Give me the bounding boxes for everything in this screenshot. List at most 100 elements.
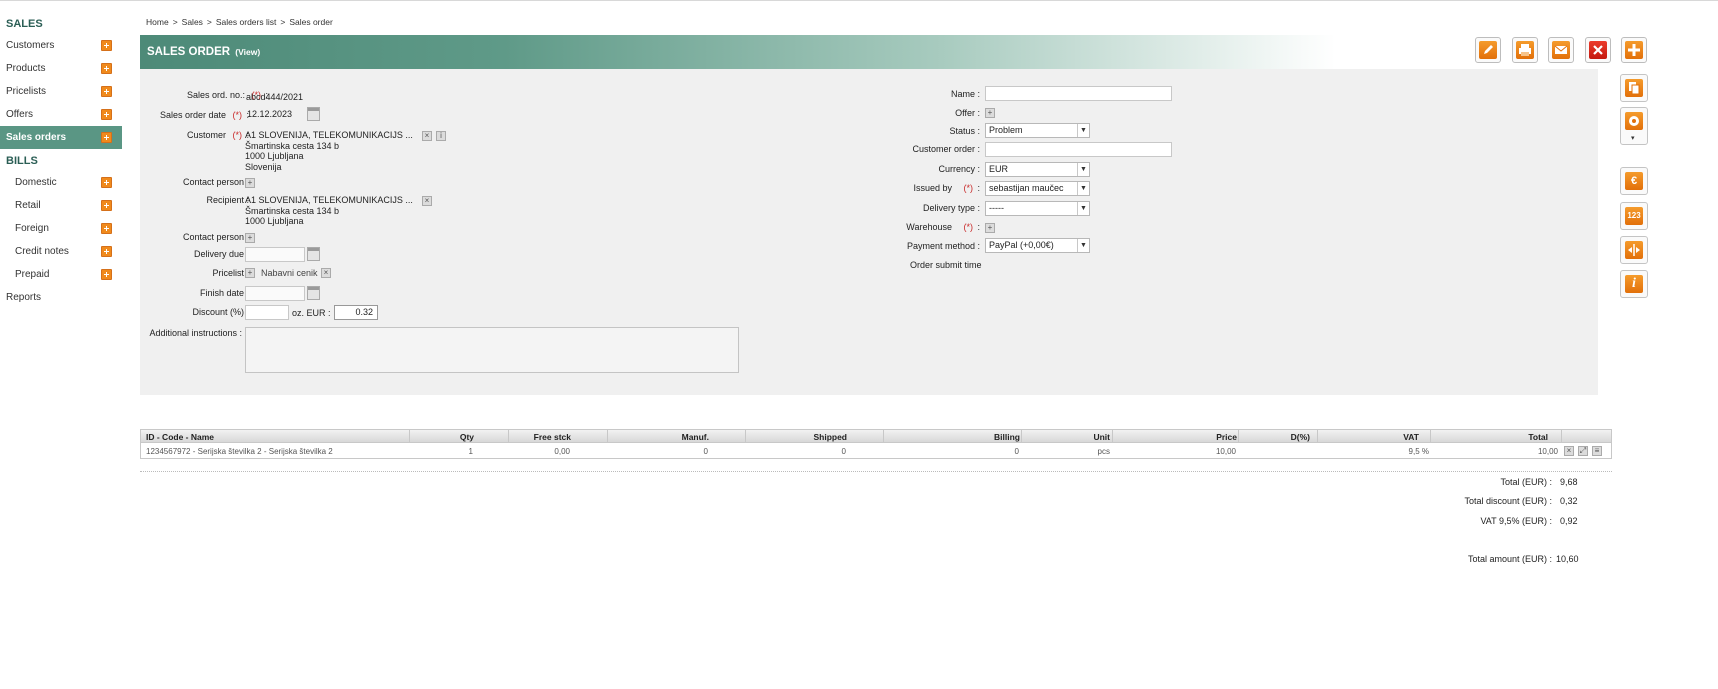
sidebar-item-retail[interactable]: Retail [0, 194, 122, 217]
add-contact-icon[interactable]: + [245, 233, 255, 243]
customer-name[interactable]: A1 SLOVENIJA, TELEKOMUNIKACIJS ... [245, 130, 413, 141]
add-pricelist-icon[interactable] [101, 86, 112, 97]
recipient-label: Recipient : [206, 195, 249, 205]
sidebar-item-domestic[interactable]: Domestic [0, 171, 122, 194]
breadcrumb-home[interactable]: Home [146, 17, 169, 27]
column-header: Manuf. [681, 432, 709, 442]
edit-row-icon[interactable]: ≡ [1592, 446, 1602, 456]
delivery-due-input[interactable] [245, 247, 305, 262]
add-foreign-icon[interactable] [101, 223, 112, 234]
customer-info-icon[interactable]: i [436, 131, 446, 141]
column-divider [409, 430, 410, 442]
sidebar-item-label: Offers [6, 109, 34, 120]
sidebar-item-pricelists[interactable]: Pricelists [0, 80, 122, 103]
delete-button[interactable] [1585, 37, 1611, 63]
sidebar-item-label: Retail [15, 200, 41, 211]
column-divider [1317, 430, 1318, 442]
sidebar-item-reports[interactable]: Reports [0, 286, 122, 309]
discount-eur-input[interactable]: 0.32 [334, 305, 378, 320]
clear-recipient-icon[interactable]: × [422, 196, 432, 206]
column-header: Qty [459, 432, 474, 442]
sidebar-item-foreign[interactable]: Foreign [0, 217, 122, 240]
recipient-city: 1000 Ljubljana [245, 216, 304, 226]
copy-button[interactable] [1620, 74, 1648, 102]
sidebar-item-products[interactable]: Products [0, 57, 122, 80]
add-warehouse-icon[interactable]: + [985, 223, 995, 233]
sidebar-item-label: Sales orders [6, 132, 67, 143]
email-button[interactable] [1548, 37, 1574, 63]
sidebar-item-customers[interactable]: Customers [0, 34, 122, 57]
settings-button[interactable]: ▾ [1620, 107, 1648, 145]
total-value: 9,68 [1560, 477, 1578, 487]
sidebar-item-offers[interactable]: Offers [0, 103, 122, 126]
sidebar-item-label: Credit notes [15, 246, 69, 257]
add-offer-icon[interactable] [101, 109, 112, 120]
payment-method-select[interactable]: PayPal (+0,00€) ▼ [985, 238, 1090, 253]
vat-value: 0,92 [1560, 516, 1578, 526]
euro-button[interactable]: € [1620, 167, 1648, 195]
add-sales-order-icon[interactable] [101, 132, 112, 143]
currency-select[interactable]: EUR ▼ [985, 162, 1090, 177]
customer-order-input[interactable] [985, 142, 1172, 157]
customer-label: Customer [186, 130, 226, 140]
column-header: Total [1528, 432, 1548, 442]
breadcrumb-sales-orders-list[interactable]: Sales orders list [216, 17, 276, 27]
contact-person-label: Contact person : [182, 232, 249, 242]
breadcrumb: Home > Sales > Sales orders list > Sales order [146, 17, 337, 27]
email-icon [1552, 41, 1570, 59]
item-billing: 0 [1014, 447, 1019, 456]
add-domestic-icon[interactable] [101, 177, 112, 188]
sales-order-date-input[interactable]: 12.12.2023 [244, 108, 302, 123]
column-divider [1238, 430, 1239, 442]
calendar-icon[interactable] [307, 286, 320, 300]
delete-row-icon[interactable]: × [1564, 446, 1574, 456]
customer-country: Slovenija [245, 161, 282, 172]
column-divider [883, 430, 884, 442]
expand-row-icon[interactable]: ⤢ [1578, 446, 1588, 456]
table-row[interactable]: 1234567972 - Serijska številka 2 - Serij… [140, 443, 1612, 459]
delivery-type-select[interactable]: ----- ▼ [985, 201, 1090, 216]
customer-address: A1 SLOVENIJA, TELEKOMUNIKACIJS ... Šmart… [245, 130, 413, 172]
item-total: 10,00 [1537, 447, 1558, 456]
name-input[interactable] [985, 86, 1172, 101]
finish-date-input[interactable] [245, 286, 305, 301]
additional-instructions-textarea[interactable] [245, 327, 739, 373]
add-contact-icon[interactable]: + [245, 178, 255, 188]
print-button[interactable] [1512, 37, 1538, 63]
clear-customer-icon[interactable]: × [422, 131, 432, 141]
page-title: SALES ORDER (View) [147, 46, 260, 58]
numbering-button[interactable]: 123 [1620, 202, 1648, 230]
add-credit-note-icon[interactable] [101, 246, 112, 257]
status-select[interactable]: Problem ▼ [985, 123, 1090, 138]
clear-pricelist-icon[interactable]: × [321, 268, 331, 278]
divider [140, 471, 1612, 472]
breadcrumb-sales[interactable]: Sales [182, 17, 203, 27]
item-name[interactable]: 1234567972 - Serijska številka 2 - Serij… [146, 447, 333, 456]
column-header: D(%) [1290, 432, 1310, 442]
recipient-name[interactable]: A1 SLOVENIJA, TELEKOMUNIKACIJS ... [245, 195, 413, 206]
add-customer-icon[interactable] [101, 40, 112, 51]
calendar-icon[interactable] [307, 107, 320, 121]
sidebar-item-credit-notes[interactable]: Credit notes [0, 240, 122, 263]
customer-city: 1000 Ljubljana [245, 151, 304, 161]
add-retail-icon[interactable] [101, 200, 112, 211]
discount-percent-input[interactable] [245, 305, 289, 320]
item-unit: pcs [1097, 447, 1110, 456]
add-product-icon[interactable] [101, 63, 112, 74]
sidebar-item-prepaid[interactable]: Prepaid [0, 263, 122, 286]
split-button[interactable] [1620, 236, 1648, 264]
sidebar-item-label: Foreign [15, 223, 49, 234]
column-divider [1112, 430, 1113, 442]
column-header: Billing [994, 432, 1020, 442]
edit-button[interactable] [1475, 37, 1501, 63]
sidebar-item-label: Pricelists [6, 86, 47, 97]
add-pricelist-icon[interactable]: + [245, 268, 255, 278]
calendar-icon[interactable] [307, 247, 320, 261]
pricelist-value[interactable]: Nabavni cenik [261, 268, 318, 278]
add-prepaid-icon[interactable] [101, 269, 112, 280]
issued-by-select[interactable]: sebastijan maučec ▼ [985, 181, 1090, 196]
add-button[interactable] [1621, 37, 1647, 63]
add-offer-icon[interactable]: + [985, 108, 995, 118]
sidebar-item-sales-orders[interactable]: Sales orders [0, 126, 122, 149]
info-button[interactable]: i [1620, 270, 1648, 298]
